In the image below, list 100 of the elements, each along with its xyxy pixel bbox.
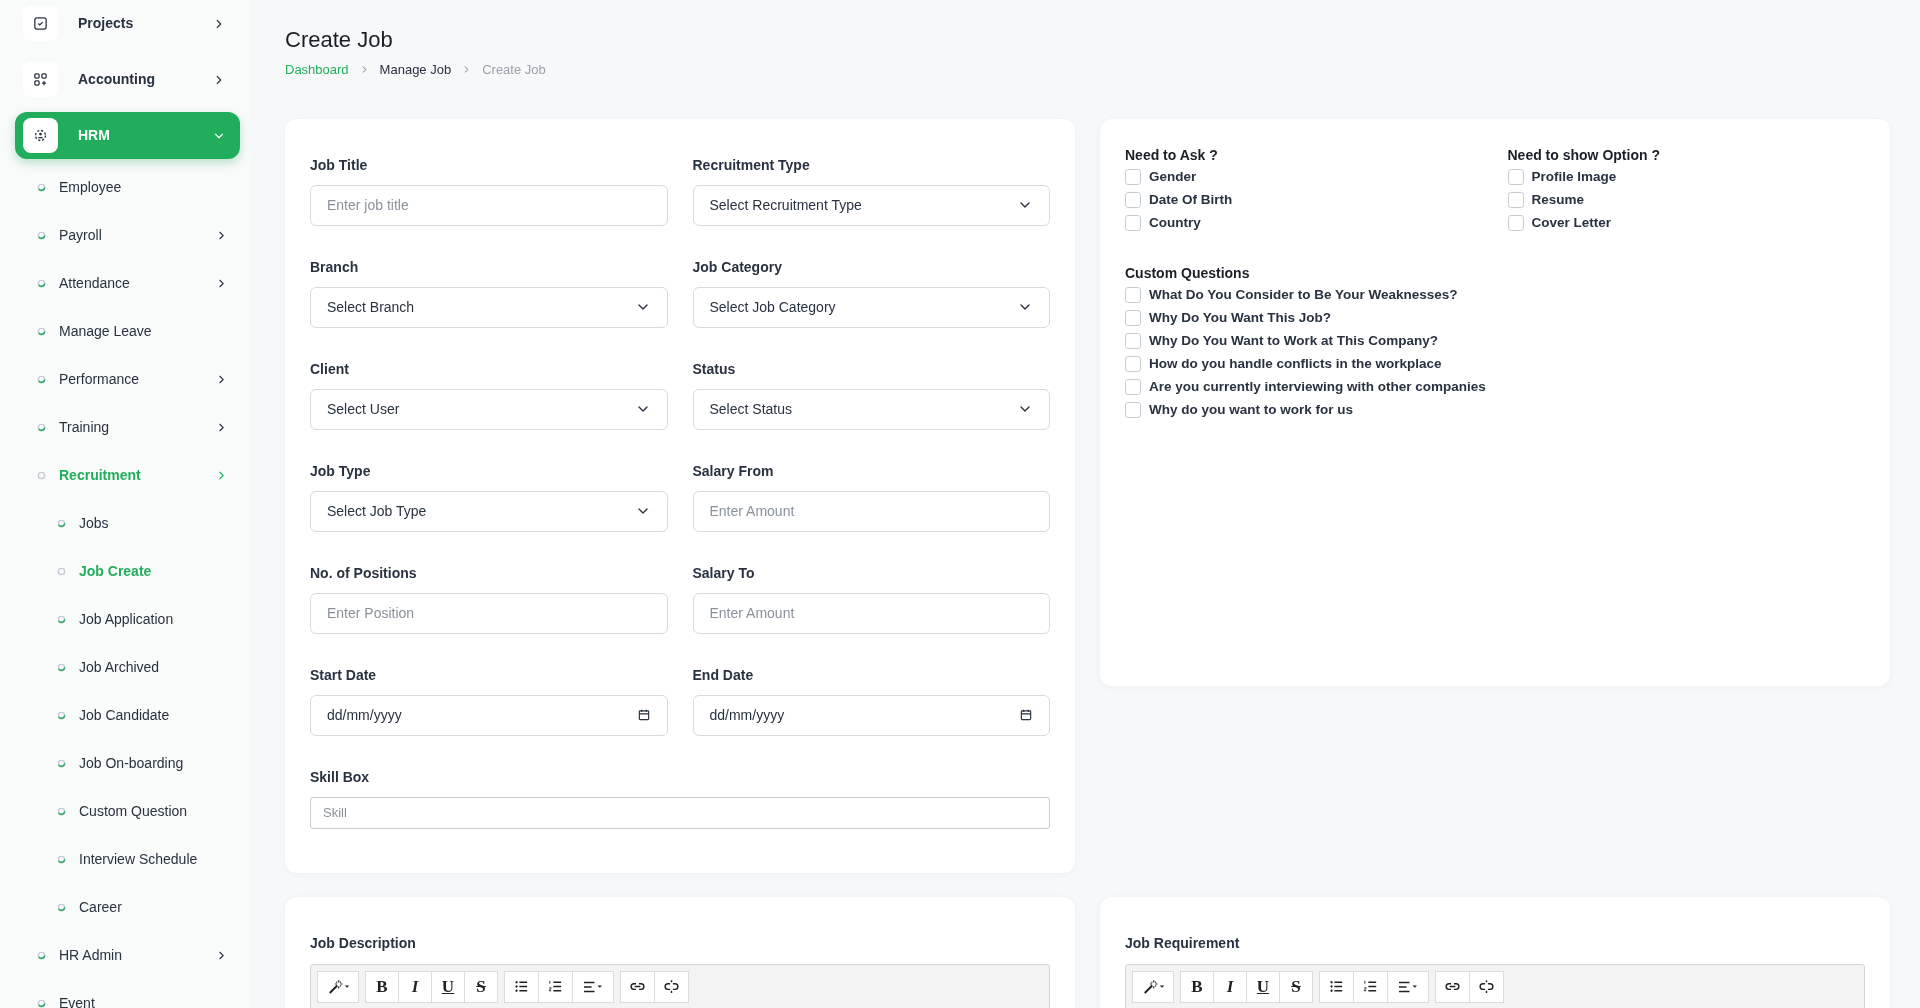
format-button[interactable]: I [1213, 970, 1247, 1003]
unlink-icon [663, 978, 680, 995]
sidebar-subitem[interactable]: Job Archived [15, 643, 240, 691]
bullet-icon [37, 278, 46, 288]
sidebar-subitem[interactable]: Job Application [15, 595, 240, 643]
input-field[interactable]: Enter Amount [692, 592, 1050, 634]
toolbar-button[interactable] [1435, 970, 1470, 1003]
checkbox[interactable] [1125, 192, 1141, 208]
input-field[interactable]: Enter Amount [692, 490, 1050, 532]
grid-plus-icon [32, 71, 49, 88]
field-label: Branch [310, 257, 360, 277]
format-button[interactable]: U [1246, 970, 1280, 1003]
bullet-list-icon [1328, 978, 1345, 995]
bullet-icon [37, 422, 46, 432]
breadcrumb-item[interactable]: Manage Job [379, 60, 452, 80]
sidebar-item[interactable]: Manage Leave [15, 307, 240, 355]
date-field[interactable]: dd/mm/yyyy [692, 694, 1050, 736]
checkbox[interactable] [1125, 310, 1141, 326]
format-button[interactable]: S [1279, 970, 1313, 1003]
sidebar-item[interactable]: Employee [15, 163, 240, 211]
select-field[interactable]: Select Recruitment Type [692, 184, 1050, 226]
format-button[interactable]: B [365, 970, 399, 1003]
select-field[interactable]: Select User [310, 388, 668, 430]
bullet-icon [37, 950, 46, 960]
field-label: Salary To [692, 563, 756, 583]
sidebar-subitem[interactable]: Custom Question [15, 787, 240, 835]
bullet-icon [37, 470, 46, 480]
checkbox[interactable] [1125, 379, 1141, 395]
bullet-icon [57, 710, 66, 720]
sidebar-item[interactable]: HR Admin [15, 931, 240, 979]
bullet-icon [37, 230, 46, 240]
checkbox[interactable] [1507, 169, 1524, 185]
toolbar-button[interactable] [654, 970, 689, 1003]
toolbar-button[interactable] [504, 970, 539, 1003]
bullet-icon [57, 518, 66, 528]
toolbar-button[interactable] [1387, 970, 1429, 1003]
section-title: Need to Ask ? [1125, 145, 1219, 165]
sidebar-item[interactable]: Performance [15, 355, 240, 403]
toolbar-button[interactable] [1469, 970, 1504, 1003]
sidebar-subitem[interactable]: Interview Schedule [15, 835, 240, 883]
dashed-circle-icon [32, 127, 49, 144]
sidebar-item[interactable]: Payroll [15, 211, 240, 259]
input-field[interactable]: Enter job title [310, 184, 668, 226]
sidebar-subitem[interactable]: Job Candidate [15, 691, 240, 739]
checkbox[interactable] [1507, 192, 1524, 208]
checkbox-icon [32, 15, 49, 32]
checkbox[interactable] [1507, 215, 1524, 231]
bullet-icon [37, 326, 46, 336]
field-label: Client [310, 359, 350, 379]
checkbox-label: Why Do You Want This Job? [1149, 308, 1331, 327]
field-label: Job Category [692, 257, 783, 277]
checkbox-label: Are you currently interviewing with other companies [1149, 377, 1486, 396]
select-field[interactable]: Select Branch [310, 286, 668, 328]
field-label: Recruitment Type [692, 155, 811, 175]
bullet-icon [57, 902, 66, 912]
sidebar-item[interactable]: Attendance [15, 259, 240, 307]
format-button[interactable]: I [398, 970, 432, 1003]
toolbar-button[interactable] [572, 970, 614, 1003]
bullet-list-icon [513, 978, 530, 995]
checkbox-label: Cover Letter [1531, 213, 1612, 232]
date-field[interactable]: dd/mm/yyyy [310, 694, 668, 736]
sidebar-module[interactable]: Projects [15, 0, 240, 47]
page-title: Create Job [285, 26, 394, 54]
bullet-icon [57, 854, 66, 864]
field-label: Start Date [310, 665, 378, 685]
select-field[interactable]: Select Job Type [310, 490, 668, 532]
checkbox[interactable] [1125, 169, 1141, 185]
format-button[interactable]: U [431, 970, 465, 1003]
toolbar-button[interactable] [620, 970, 655, 1003]
sidebar-item[interactable]: Event [15, 979, 240, 1008]
field-label: Job Type [310, 461, 372, 481]
checkbox[interactable] [1125, 402, 1141, 418]
checkbox[interactable] [1125, 333, 1141, 349]
field-label: Skill Box [310, 767, 371, 787]
bullet-icon [57, 566, 66, 576]
field-label: Status [692, 359, 737, 379]
checkbox[interactable] [1125, 356, 1141, 372]
bullet-icon [57, 614, 66, 624]
select-field[interactable]: Select Job Category [692, 286, 1050, 328]
checkbox[interactable] [1125, 287, 1141, 303]
sidebar-subitem[interactable]: Job On-boarding [15, 739, 240, 787]
sidebar-subitem[interactable]: Career [15, 883, 240, 931]
skill-input-field[interactable]: Skill [310, 796, 1050, 829]
toolbar-button[interactable] [1319, 970, 1354, 1003]
checkbox-label: Resume [1531, 190, 1585, 209]
bullet-icon [37, 182, 46, 192]
format-button[interactable]: B [1180, 970, 1214, 1003]
checkbox-label: Gender [1149, 167, 1197, 186]
bullet-icon [37, 374, 46, 384]
breadcrumb-item: Create Job [482, 61, 546, 79]
sidebar-module[interactable]: Accounting [15, 56, 240, 103]
select-field[interactable]: Select Status [692, 388, 1050, 430]
format-button[interactable]: S [464, 970, 498, 1003]
sidebar-subitem[interactable]: Jobs [15, 499, 240, 547]
sidebar-item[interactable]: Training [15, 403, 240, 451]
checkbox[interactable] [1125, 215, 1141, 231]
field-label: Job Title [310, 155, 369, 175]
input-field[interactable]: Enter Position [310, 592, 668, 634]
field-label: No. of Positions [310, 563, 418, 583]
calendar-icon [1019, 708, 1033, 722]
